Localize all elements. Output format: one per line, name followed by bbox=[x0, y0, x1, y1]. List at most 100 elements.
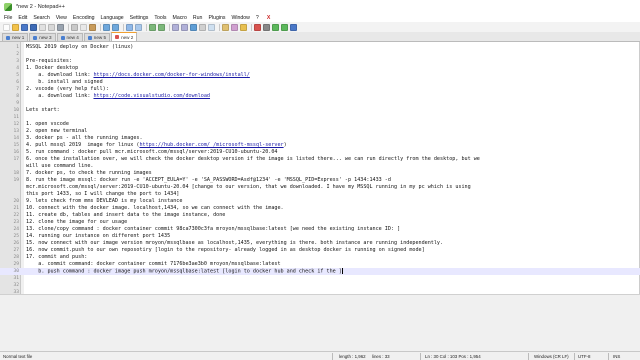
replace-icon[interactable] bbox=[135, 23, 142, 31]
editor-line[interactable]: 5 a. download link: https://docs.docker.… bbox=[0, 72, 640, 79]
editor-line[interactable]: 10 Lets start: bbox=[0, 107, 640, 114]
editor-line[interactable]: mcr.microsoft.com/mssql/server:2019-CU10… bbox=[0, 184, 640, 191]
open-file-icon[interactable] bbox=[12, 23, 19, 31]
line-number: 11 bbox=[13, 115, 19, 120]
saved-file-icon bbox=[6, 35, 10, 40]
word-wrap-icon[interactable] bbox=[190, 23, 197, 31]
editor-line[interactable]: 32 bbox=[0, 282, 640, 289]
print-icon[interactable] bbox=[57, 23, 64, 31]
copy-icon[interactable] bbox=[80, 23, 87, 31]
status-eol[interactable]: Windows (CR LF) bbox=[534, 354, 569, 359]
text-editor[interactable]: 1 MSSQL 2019 deploy on Docker (linux) 2 3 Pr… bbox=[0, 42, 640, 295]
editor-line[interactable]: 28 17. commit and push: bbox=[0, 254, 640, 261]
menu-item-settings[interactable]: Settings bbox=[130, 15, 149, 21]
editor-line[interactable]: 31 bbox=[0, 275, 640, 282]
editor-line[interactable]: 16 5. run command : docker pull mcr.micro… bbox=[0, 149, 640, 156]
line-text: 7. docker ps, to check the running image… bbox=[26, 170, 152, 177]
menu-item-view[interactable]: View bbox=[56, 15, 67, 21]
editor-line[interactable]: 30 b. push command : docker image push m… bbox=[0, 268, 640, 275]
tab-new-2[interactable]: new 2 bbox=[111, 32, 138, 41]
sync-horizontal-icon[interactable] bbox=[181, 23, 188, 31]
paste-icon[interactable] bbox=[89, 23, 96, 31]
menu-item-file[interactable]: File bbox=[4, 15, 12, 21]
editor-line[interactable]: 20 9. lets check from mms DEVLEAD is my l… bbox=[0, 198, 640, 205]
record-macro-icon[interactable] bbox=[254, 23, 261, 31]
line-text: 9. lets check from mms DEVLEAD is my loc… bbox=[26, 198, 182, 205]
menu-item-encoding[interactable]: Encoding bbox=[73, 15, 95, 21]
line-text-content: 17. commit and push: bbox=[26, 254, 88, 260]
menu-item-edit[interactable]: Edit bbox=[18, 15, 27, 21]
editor-line[interactable]: 24 13. clone/copy command : docker contai… bbox=[0, 226, 640, 233]
tab-new-4[interactable]: new 4 bbox=[56, 33, 83, 41]
status-divider bbox=[574, 353, 575, 360]
undo-icon[interactable] bbox=[103, 23, 110, 31]
menu-item-macro[interactable]: Macro bbox=[173, 15, 187, 21]
editor-line[interactable]: 29 a. commit command: docker container c… bbox=[0, 261, 640, 268]
menu-item-search[interactable]: Search bbox=[33, 15, 49, 21]
status-encoding[interactable]: UTF-8 bbox=[578, 354, 590, 359]
editor-line[interactable]: this port 1433, so I will change the por… bbox=[0, 191, 640, 198]
editor-line[interactable]: 13 2. open new terminal bbox=[0, 128, 640, 135]
menu-item-window[interactable]: Window bbox=[231, 15, 249, 21]
show-all-chars-icon[interactable] bbox=[199, 23, 206, 31]
tab-new-5[interactable]: new 5 bbox=[83, 33, 111, 41]
close-document-x-icon[interactable]: X bbox=[267, 15, 270, 21]
status-divider bbox=[332, 353, 333, 360]
stop-macro-icon[interactable] bbox=[263, 23, 270, 31]
hyperlink[interactable]: https://hub.docker.com/_/microsoft-mssql… bbox=[139, 142, 283, 148]
hyperlink[interactable]: https://code.visualstudio.com/download bbox=[93, 93, 210, 99]
cut-icon[interactable] bbox=[71, 23, 78, 31]
line-text: 1. open vscode bbox=[26, 121, 69, 128]
editor-line[interactable]: 12 1. open vscode bbox=[0, 121, 640, 128]
line-text: MSSQL 2019 deploy on Docker (linux) bbox=[26, 44, 133, 51]
editor-line[interactable]: 9 bbox=[0, 100, 640, 107]
hyperlink[interactable]: https://docs.docker.com/docker-for-windo… bbox=[93, 72, 249, 78]
editor-line[interactable]: 14 3. docker ps - all the running images. bbox=[0, 135, 640, 142]
save-macro-icon[interactable] bbox=[290, 23, 297, 31]
save-all-icon[interactable] bbox=[30, 23, 37, 31]
function-list-icon[interactable] bbox=[231, 23, 238, 31]
menu-item-language[interactable]: Language bbox=[101, 15, 124, 21]
editor-line[interactable]: 15 4. pull mssql 2019 image for linux (ht… bbox=[0, 142, 640, 149]
new-file-icon[interactable] bbox=[3, 23, 10, 31]
editor-line[interactable]: 26 15. now connect with our image version… bbox=[0, 240, 640, 247]
close-file-icon[interactable] bbox=[39, 23, 46, 31]
editor-line[interactable]: 22 11. create db, tables and insert data … bbox=[0, 212, 640, 219]
menu-item-help[interactable]: ? bbox=[256, 15, 259, 21]
find-icon[interactable] bbox=[126, 23, 133, 31]
save-icon[interactable] bbox=[21, 23, 28, 31]
editor-line[interactable]: 6 b. install and signed bbox=[0, 79, 640, 86]
editor-line[interactable]: 19 8. run the image mssql: docker run -e … bbox=[0, 177, 640, 184]
editor-line[interactable]: 8 a. download link: https://code.visuals… bbox=[0, 93, 640, 100]
editor-line[interactable]: 3 Pre-requisites: bbox=[0, 58, 640, 65]
editor-line[interactable]: 2 bbox=[0, 51, 640, 58]
editor-line[interactable]: 27 16. now commit.push to our own reposot… bbox=[0, 247, 640, 254]
menu-item-run[interactable]: Run bbox=[193, 15, 203, 21]
editor-line[interactable]: 25 14. running our instance on different … bbox=[0, 233, 640, 240]
sync-vertical-icon[interactable] bbox=[172, 23, 179, 31]
redo-icon[interactable] bbox=[112, 23, 119, 31]
doc-map-icon[interactable] bbox=[222, 23, 229, 31]
menu-item-tools[interactable]: Tools bbox=[154, 15, 166, 21]
editor-line[interactable]: 21 10. connect with the docker image. loc… bbox=[0, 205, 640, 212]
editor-line[interactable]: 23 12. clone the image for our usage bbox=[0, 219, 640, 226]
editor-line[interactable]: 1 MSSQL 2019 deploy on Docker (linux) bbox=[0, 44, 640, 51]
run-macro-multiple-icon[interactable] bbox=[281, 23, 288, 31]
status-insert-mode[interactable]: INS bbox=[613, 354, 620, 359]
editor-line[interactable]: 11 bbox=[0, 114, 640, 121]
editor-line[interactable]: 4 1. Docker desktop bbox=[0, 65, 640, 72]
editor-line[interactable]: 18 7. docker ps, to check the running ima… bbox=[0, 170, 640, 177]
zoom-out-icon[interactable] bbox=[158, 23, 165, 31]
editor-line[interactable]: 7 2. vscode (very help full): bbox=[0, 86, 640, 93]
editor-line[interactable]: 17 6. once the installation over, we will… bbox=[0, 156, 640, 163]
zoom-in-icon[interactable] bbox=[149, 23, 156, 31]
folder-workspace-icon[interactable] bbox=[240, 23, 247, 31]
line-text-content: 2. open new terminal bbox=[26, 128, 88, 134]
tab-new-3[interactable]: new 3 bbox=[29, 33, 56, 41]
play-macro-icon[interactable] bbox=[272, 23, 279, 31]
tab-new-1[interactable]: new 1 bbox=[2, 33, 29, 41]
menu-item-plugins[interactable]: Plugins bbox=[208, 15, 225, 21]
close-all-icon[interactable] bbox=[48, 23, 55, 31]
indent-guide-icon[interactable] bbox=[208, 23, 215, 31]
editor-line[interactable]: will use command line. bbox=[0, 163, 640, 170]
